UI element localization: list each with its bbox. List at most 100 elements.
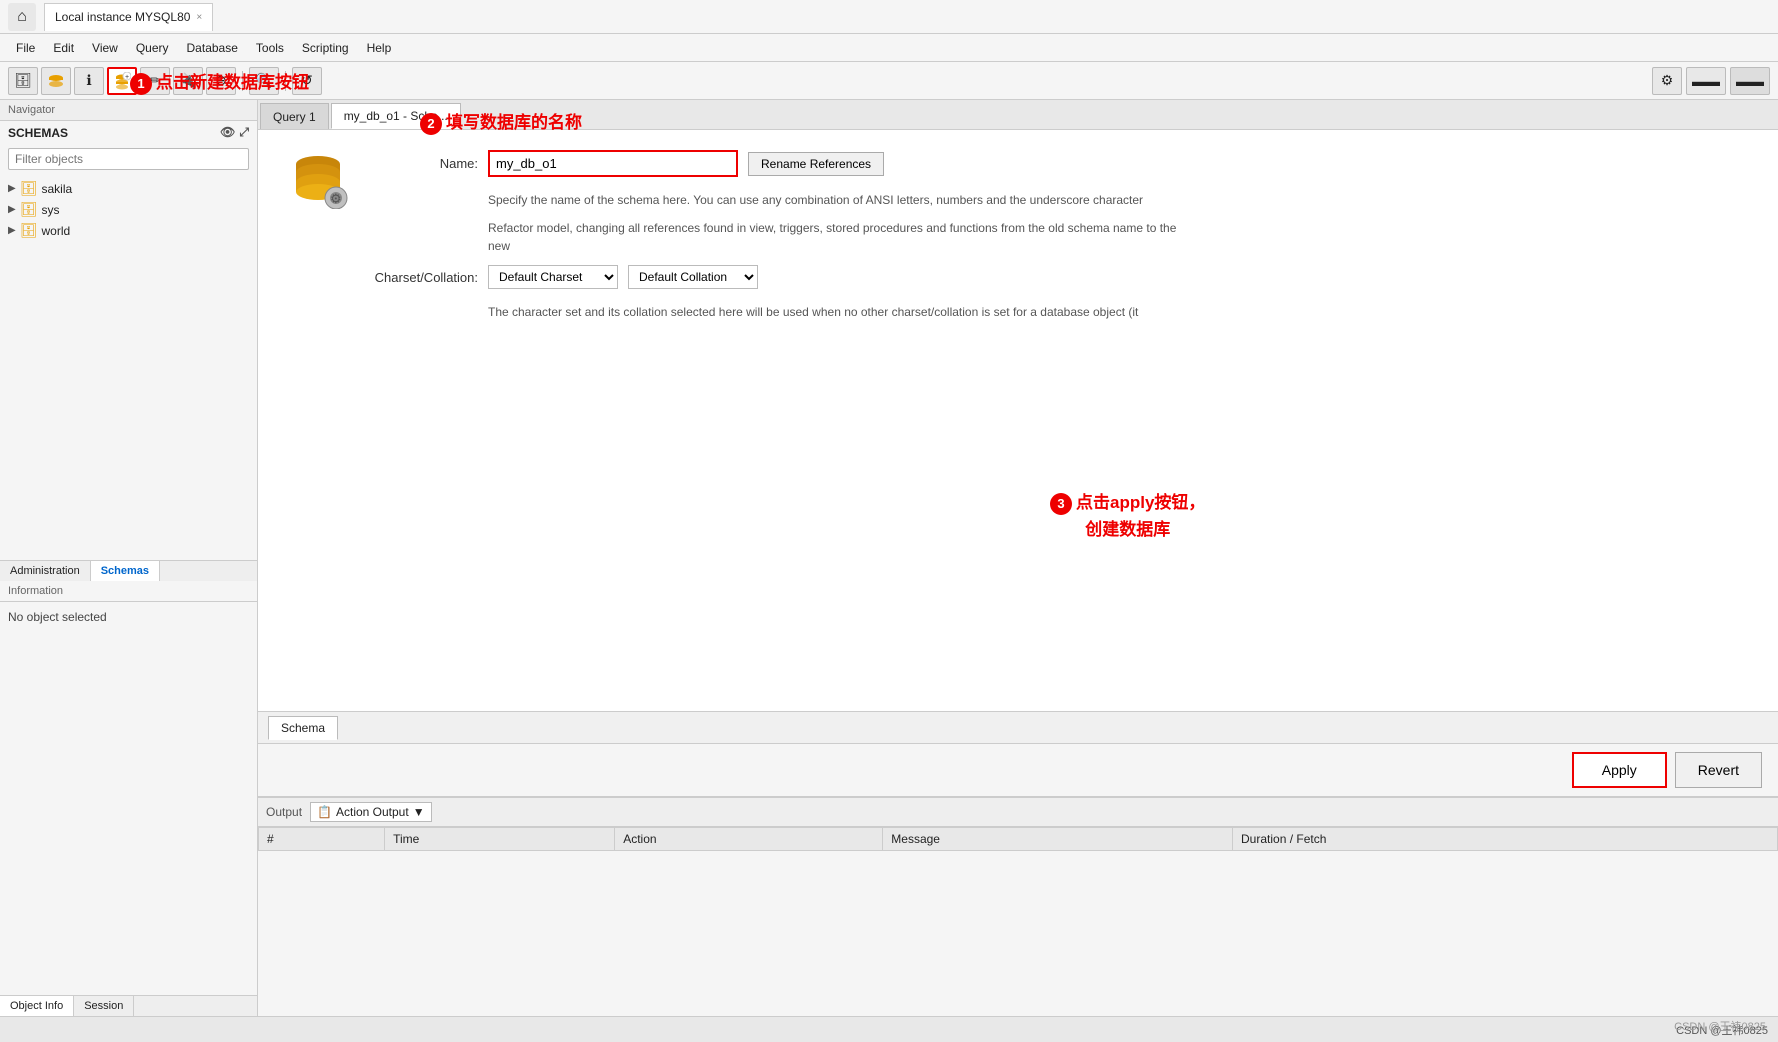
svg-text:+: +	[125, 74, 129, 81]
toolbar-btn-new-schema[interactable]: +	[107, 67, 137, 95]
filter-input[interactable]	[8, 148, 249, 170]
dropdown-arrow: ▼	[413, 805, 425, 819]
name-field-row: Name: Rename References	[368, 150, 1748, 177]
charset-desc: The character set and its collation sele…	[488, 303, 1188, 321]
toolbar-btn-1[interactable]: 🗄	[8, 67, 38, 95]
tab-local-instance[interactable]: Local instance MYSQL80 ×	[44, 3, 213, 31]
status-bar: CSDN @王祎0825	[0, 1016, 1778, 1042]
output-table: # Time Action Message Duration / Fetch	[258, 827, 1778, 851]
tab-schema-editor[interactable]: my_db_o1 - Sche...	[331, 103, 461, 129]
schema-editor: ⚙ Name: Rename References Specify the na…	[258, 130, 1778, 711]
menu-tools[interactable]: Tools	[248, 39, 292, 57]
apply-button[interactable]: Apply	[1572, 752, 1667, 788]
toolbar-layout-btn1[interactable]: ▬▬	[1686, 67, 1726, 95]
schemas-icons: 👁 ⤢	[220, 125, 249, 140]
menu-file[interactable]: File	[8, 39, 43, 57]
tab-label: Local instance MYSQL80	[55, 10, 190, 24]
col-duration: Duration / Fetch	[1233, 828, 1778, 851]
revert-button[interactable]: Revert	[1675, 752, 1762, 788]
toolbar: 🗄 ℹ + ✏ 🔌 ⊖ 🔍 ↺ ⚙ ▬▬ ▬▬	[0, 62, 1778, 100]
main-layout: Navigator SCHEMAS 👁 ⤢ ▶ 🗄 sakila ▶	[0, 100, 1778, 1016]
desc2: Refactor model, changing all references …	[488, 219, 1188, 255]
charset-field-row: Charset/Collation: Default Charset Defau…	[368, 265, 1748, 289]
svg-text:⚙: ⚙	[330, 191, 342, 206]
schemas-header: SCHEMAS 👁 ⤢	[0, 121, 257, 144]
tree-label-sakila: sakila	[41, 182, 72, 196]
name-label: Name:	[368, 156, 478, 171]
status-right: CSDN @王祎0825	[1676, 1022, 1768, 1038]
title-bar: ⌂ Local instance MYSQL80 ×	[0, 0, 1778, 34]
toolbar-btn-refresh[interactable]: ↺	[292, 67, 322, 95]
db-icon-sys: 🗄	[20, 201, 38, 218]
schema-sub-tab[interactable]: Schema	[268, 716, 338, 740]
menu-scripting[interactable]: Scripting	[294, 39, 357, 57]
db-icon-world: 🗄	[20, 222, 38, 239]
output-label: Output	[266, 805, 302, 819]
charset-label: Charset/Collation:	[368, 270, 478, 285]
schema-form: Name: Rename References Specify the name…	[368, 150, 1748, 331]
schemas-label: SCHEMAS	[8, 126, 68, 140]
col-action: Action	[615, 828, 883, 851]
toolbar-btn-info[interactable]: ℹ	[74, 67, 104, 95]
charset-controls: Default Charset Default Collation	[488, 265, 758, 289]
schema-tree: ▶ 🗄 sakila ▶ 🗄 sys ▶ 🗄 world	[0, 174, 257, 560]
tab-administration[interactable]: Administration	[0, 561, 91, 581]
toolbar-btn-6[interactable]: ⊖	[206, 67, 236, 95]
obj-tab-session[interactable]: Session	[74, 996, 134, 1016]
schema-icon-area: ⚙	[288, 154, 348, 212]
rename-references-button[interactable]: Rename References	[748, 152, 884, 176]
tab-query1[interactable]: Query 1	[260, 103, 329, 129]
schema-icon-expand[interactable]: ⤢	[239, 125, 249, 140]
collation-select[interactable]: Default Collation	[628, 265, 758, 289]
content-tabs: Query 1 my_db_o1 - Sche...	[258, 100, 1778, 130]
output-section: Output 📋 Action Output ▼ # Time Acti	[258, 796, 1778, 1016]
menu-bar: File Edit View Query Database Tools Scri…	[0, 34, 1778, 62]
no-object-label: No object selected	[0, 602, 257, 996]
home-icon[interactable]: ⌂	[8, 3, 36, 31]
schema-icon-eye[interactable]: 👁	[220, 125, 235, 140]
dropdown-icon: 📋	[317, 805, 332, 819]
schema-tabs-section: Schema	[258, 711, 1778, 743]
obj-tab-info[interactable]: Object Info	[0, 996, 74, 1016]
action-output-dropdown[interactable]: 📋 Action Output ▼	[310, 802, 432, 822]
charset-select[interactable]: Default Charset	[488, 265, 618, 289]
menu-view[interactable]: View	[84, 39, 126, 57]
tree-label-world: world	[41, 224, 70, 238]
desc1: Specify the name of the schema here. You…	[488, 191, 1188, 209]
toolbar-settings-icon[interactable]: ⚙	[1652, 67, 1682, 95]
db-icon-sakila: 🗄	[20, 180, 38, 197]
left-panel: Navigator SCHEMAS 👁 ⤢ ▶ 🗄 sakila ▶	[0, 100, 258, 1016]
tree-arrow-sakila: ▶	[8, 183, 16, 194]
right-panel: Query 1 my_db_o1 - Sche...	[258, 100, 1778, 1016]
left-bottom-tabs: Administration Schemas	[0, 560, 257, 581]
tab-close-icon[interactable]: ×	[196, 12, 202, 23]
col-time: Time	[385, 828, 615, 851]
navigator-header: Navigator	[0, 100, 257, 121]
toolbar-layout-btn2[interactable]: ▬▬	[1730, 67, 1770, 95]
dropdown-label: Action Output	[336, 805, 409, 819]
col-num: #	[259, 828, 385, 851]
toolbar-right: ⚙ ▬▬ ▬▬	[1652, 67, 1770, 95]
toolbar-separator2	[285, 71, 286, 91]
toolbar-btn-search[interactable]: 🔍	[249, 67, 279, 95]
col-message: Message	[883, 828, 1233, 851]
tab-schemas[interactable]: Schemas	[91, 561, 160, 581]
tree-item-sys[interactable]: ▶ 🗄 sys	[0, 199, 257, 220]
schema-name-input[interactable]	[488, 150, 738, 177]
info-section: Information	[0, 581, 257, 602]
toolbar-btn-2[interactable]	[41, 67, 71, 95]
tree-item-world[interactable]: ▶ 🗄 world	[0, 220, 257, 241]
menu-help[interactable]: Help	[359, 39, 400, 57]
filter-box	[0, 144, 257, 174]
tree-arrow-sys: ▶	[8, 204, 16, 215]
menu-query[interactable]: Query	[128, 39, 177, 57]
toolbar-btn-4[interactable]: ✏	[140, 67, 170, 95]
toolbar-btn-5[interactable]: 🔌	[173, 67, 203, 95]
menu-database[interactable]: Database	[179, 39, 246, 57]
toolbar-separator	[242, 71, 243, 91]
output-header: Output 📋 Action Output ▼	[258, 798, 1778, 827]
output-table-wrapper: # Time Action Message Duration / Fetch	[258, 827, 1778, 1016]
menu-edit[interactable]: Edit	[45, 39, 82, 57]
tree-arrow-world: ▶	[8, 225, 16, 236]
tree-item-sakila[interactable]: ▶ 🗄 sakila	[0, 178, 257, 199]
